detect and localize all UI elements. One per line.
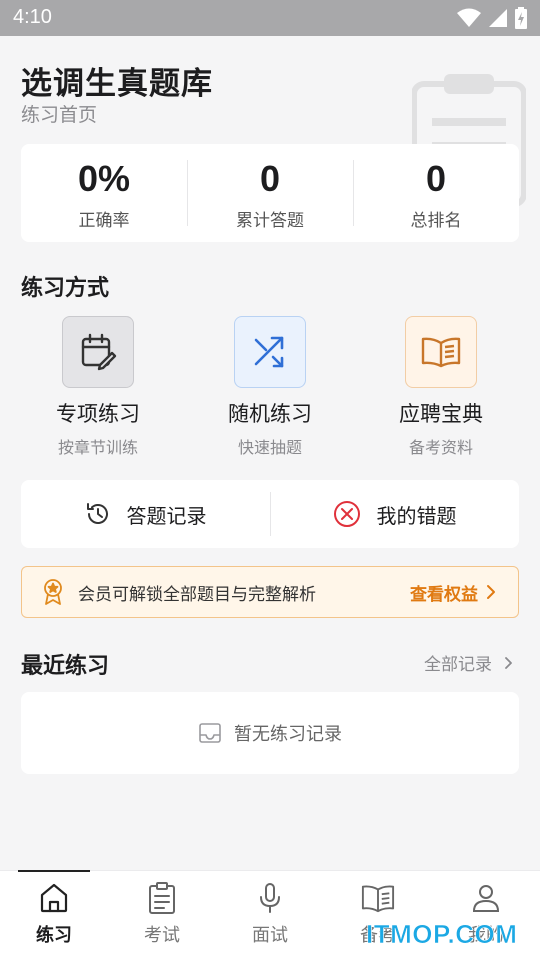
- battery-icon: [515, 7, 527, 29]
- status-time: 4:10: [13, 6, 52, 28]
- mode-topic-practice[interactable]: 专项练习 按章节训练: [18, 316, 178, 458]
- mode-desc: 快速抽题: [237, 438, 302, 457]
- answer-history-button[interactable]: 答题记录: [21, 480, 270, 548]
- home-icon: [40, 883, 68, 913]
- vip-banner[interactable]: 会员可解锁全部题目与完整解析 查看权益: [21, 566, 519, 618]
- wrong-questions-label: 我的错题: [376, 503, 457, 528]
- stat-label: 累计答题: [236, 211, 304, 231]
- shuffle-icon: [254, 336, 284, 368]
- answer-history-label: 答题记录: [126, 503, 207, 528]
- mode-desc: 按章节训练: [57, 438, 138, 457]
- chevron-right-icon: [505, 656, 512, 669]
- close-circle-icon: [333, 501, 360, 527]
- vip-text: 会员可解锁全部题目与完整解析: [78, 584, 316, 605]
- mode-icon-box: [405, 316, 477, 388]
- tab-practice[interactable]: 练习: [0, 881, 108, 947]
- mode-name: 专项练习: [56, 402, 140, 426]
- microphone-icon: [260, 883, 280, 913]
- wifi-icon: [457, 8, 481, 27]
- stat-value: 0%: [77, 158, 131, 199]
- page-subtitle: 练习首页: [21, 104, 98, 126]
- tab-label: 面试: [252, 925, 288, 946]
- site-watermark: ITMOP.COM: [366, 919, 517, 948]
- mode-desc: 备考资料: [408, 438, 473, 457]
- tab-label: 练习: [36, 925, 72, 946]
- tab-exam[interactable]: 考试: [108, 881, 216, 947]
- book-icon: [361, 885, 395, 913]
- open-book-icon: [421, 337, 461, 368]
- user-icon: [472, 885, 500, 912]
- award-badge-icon: [44, 579, 62, 605]
- practice-section-title: 练习方式: [21, 276, 110, 301]
- page-title: 选调生真题库: [21, 66, 213, 102]
- mode-guide-book[interactable]: 应聘宝典 备考资料: [361, 316, 521, 458]
- status-bar: 4:10: [0, 0, 540, 36]
- tab-interview[interactable]: 面试: [216, 881, 324, 947]
- empty-inbox-icon: [199, 723, 221, 743]
- watermark-text: ITMOP.COM: [366, 919, 517, 948]
- cell-signal-icon: [489, 9, 507, 27]
- recent-section-title: 最近练习: [21, 654, 110, 679]
- mode-icon-box: [234, 316, 306, 388]
- wrong-questions-button[interactable]: 我的错题: [270, 480, 519, 548]
- stat-total-answered: 0 累计答题: [187, 144, 353, 242]
- history-clock-icon: [86, 503, 108, 524]
- stats-card: 0% 正确率 0 累计答题 0 总排名: [21, 144, 519, 242]
- status-icons: [456, 6, 528, 30]
- exam-paper-icon: [149, 882, 175, 914]
- recent-header: 最近练习 全部记录: [21, 648, 519, 679]
- tab-label: 考试: [144, 925, 180, 946]
- empty-state-card: 暂无练习记录: [21, 692, 519, 774]
- empty-state-text: 暂无练习记录: [234, 724, 342, 745]
- mode-name: 随机练习: [228, 402, 312, 426]
- stat-accuracy: 0% 正确率: [21, 144, 187, 242]
- stat-label: 正确率: [78, 211, 130, 231]
- record-bar: 答题记录 我的错题: [21, 480, 519, 548]
- chevron-right-icon: [487, 585, 495, 599]
- stat-value: 0: [259, 158, 281, 199]
- mode-icon-box: [62, 316, 134, 388]
- all-records-label: 全部记录: [424, 655, 492, 675]
- stat-value: 0: [425, 158, 447, 199]
- mode-name: 应聘宝典: [399, 402, 483, 426]
- stat-rank: 0 总排名: [353, 144, 519, 242]
- all-records-link[interactable]: 全部记录: [424, 650, 513, 675]
- active-tab-indicator: [18, 870, 90, 872]
- mode-random-practice[interactable]: 随机练习 快速抽题: [190, 316, 350, 458]
- practice-modes: 专项练习 按章节训练 随机练习 快速抽题 应聘宝典 备考资料: [18, 316, 521, 458]
- view-benefits-link[interactable]: 查看权益: [410, 580, 478, 605]
- calendar-edit-icon: [81, 333, 117, 371]
- stat-label: 总排名: [410, 211, 462, 231]
